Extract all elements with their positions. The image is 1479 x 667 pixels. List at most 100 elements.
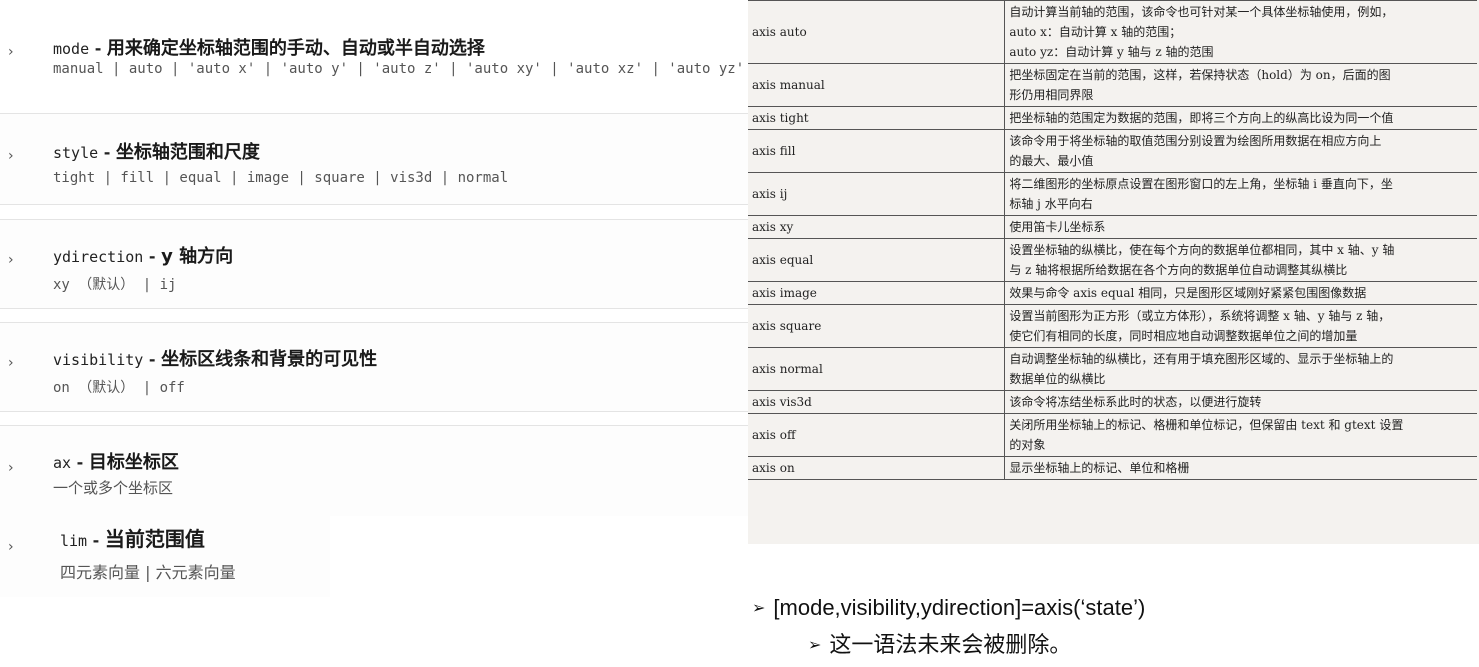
description-cell: 设置坐标轴的纵横比，使在每个方向的数据单位都相同，其中 x 轴、y 轴与 z 轴… xyxy=(1004,238,1477,282)
description-line: 关闭所用坐标轴上的标记、格栅和单位标记，但保留由 text 和 gtext 设置 xyxy=(1009,418,1404,432)
arg-heading: lim - 当前范围值 xyxy=(60,523,205,552)
arg-separator: - xyxy=(143,350,162,369)
description-line: 自动调整坐标轴的纵横比，还有用于填充图形区域的、显示于坐标轴上的 xyxy=(1009,352,1394,366)
description-line: 显示坐标轴上的标记、单位和格栅 xyxy=(1009,461,1190,475)
arg-values: 四元素向量 | 六元素向量 xyxy=(60,563,236,582)
chevron-right-icon[interactable]: › xyxy=(8,45,20,59)
bullet-text: 这一语法未来会被删除。 xyxy=(829,632,1072,657)
arg-style[interactable]: › style - 坐标轴范围和尺度 tight | fill | equal … xyxy=(0,113,750,205)
command-cell: axis on xyxy=(748,456,1006,480)
description-cell: 显示坐标轴上的标记、单位和格栅 xyxy=(1004,456,1477,480)
description-line: 自动计算当前轴的范围，该命令也可针对某一个具体坐标轴使用，例如， xyxy=(1009,5,1394,19)
chevron-right-icon[interactable]: › xyxy=(8,253,20,267)
description-line: 把坐标轴的范围定为数据的范围，即将三个方向上的纵高比设为同一个值 xyxy=(1009,111,1394,125)
description-line: 标轴 j 水平向右 xyxy=(1009,197,1093,211)
command-cell: axis image xyxy=(748,281,1006,305)
description-cell: 效果与命令 axis equal 相同，只是图形区域刚好紧紧包围图像数据 xyxy=(1004,281,1477,305)
description-line: 与 z 轴将根据所给数据在各个方向的数据单位自动调整其纵横比 xyxy=(1009,263,1348,277)
arg-heading: ydirection - y 轴方向 xyxy=(53,242,233,268)
description-line: 效果与命令 axis equal 相同，只是图形区域刚好紧紧包围图像数据 xyxy=(1009,286,1367,300)
table-row: axis ij 将二维图形的坐标原点设置在图形窗口的左上角，坐标轴 i 垂直向下，… xyxy=(748,172,1477,216)
arg-heading: visibility - 坐标区线条和背景的可见性 xyxy=(53,345,377,371)
description-line: 使它们有相同的长度，同时相应地自动调整数据单位之间的增加量 xyxy=(1009,329,1358,343)
arg-visibility[interactable]: › visibility - 坐标区线条和背景的可见性 on （默认） | of… xyxy=(0,322,750,412)
arg-description: 坐标区线条和背景的可见性 xyxy=(161,349,378,370)
arg-name: ax xyxy=(53,454,72,472)
command-cell: axis ij xyxy=(748,172,1006,216)
description-line: 设置坐标轴的纵横比，使在每个方向的数据单位都相同，其中 x 轴、y 轴 xyxy=(1009,243,1395,257)
arg-values: manual | auto | 'auto x' | 'auto y' | 'a… xyxy=(53,61,745,77)
table-row: axis square 设置当前图形为正方形（或立方体形），系统将调整 x 轴、y… xyxy=(748,304,1477,348)
arg-description: y 轴方向 xyxy=(161,246,234,267)
table-row: axis manual 把坐标固定在当前的范围，这样，若保持状态（hold）为 o… xyxy=(748,63,1477,107)
arg-ax[interactable]: › ax - 目标坐标区 一个或多个坐标区 xyxy=(0,425,750,516)
description-cell: 把坐标轴的范围定为数据的范围，即将三个方向上的纵高比设为同一个值 xyxy=(1004,106,1477,130)
table-row: axis tight 把坐标轴的范围定为数据的范围，即将三个方向上的纵高比设为同一… xyxy=(748,106,1477,130)
description-line: 使用笛卡儿坐标系 xyxy=(1009,220,1106,234)
description-cell: 设置当前图形为正方形（或立方体形），系统将调整 x 轴、y 轴与 z 轴， 使它们… xyxy=(1004,304,1477,348)
arg-ydirection[interactable]: › ydirection - y 轴方向 xy （默认） | ij xyxy=(0,219,750,309)
arg-name: style xyxy=(53,144,99,162)
arg-lim[interactable]: › lim - 当前范围值 四元素向量 | 六元素向量 xyxy=(0,515,330,597)
description-cell: 自动计算当前轴的范围，该命令也可针对某一个具体坐标轴使用，例如， auto x：自… xyxy=(1004,0,1477,64)
arg-description: 当前范围值 xyxy=(104,527,205,551)
command-cell: axis auto xyxy=(748,0,1006,64)
arg-heading: mode - 用来确定坐标轴范围的手动、自动或半自动选择 xyxy=(53,34,485,60)
table-row: axis off 关闭所用坐标轴上的标记、格栅和单位标记，但保留由 text 和 … xyxy=(748,413,1477,457)
command-cell: axis manual xyxy=(748,63,1006,107)
arg-separator: - xyxy=(87,531,105,550)
chevron-right-icon[interactable]: › xyxy=(8,356,20,370)
description-line: 形仍用相同界限 xyxy=(1009,88,1094,102)
chevron-right-icon[interactable]: › xyxy=(8,149,20,163)
description-line: 把坐标固定在当前的范围，这样，若保持状态（hold）为 on，后面的图 xyxy=(1009,68,1391,82)
arrow-bullet-icon: ➢ xyxy=(752,600,766,617)
table-row: axis xy 使用笛卡儿坐标系 xyxy=(748,215,1477,239)
command-cell: axis tight xyxy=(748,106,1006,130)
chevron-right-icon[interactable]: › xyxy=(8,540,20,554)
arg-name: mode xyxy=(53,40,90,58)
table-row: axis normal 自动调整坐标轴的纵横比，还有用于填充图形区域的、显示于坐标… xyxy=(748,347,1477,391)
table-row: axis auto 自动计算当前轴的范围，该命令也可针对某一个具体坐标轴使用，例如… xyxy=(748,0,1477,64)
table-row: axis image 效果与命令 axis equal 相同，只是图形区域刚好紧紧… xyxy=(748,281,1477,305)
description-cell: 将二维图形的坐标原点设置在图形窗口的左上角，坐标轴 i 垂直向下，坐 标轴 j 水… xyxy=(1004,172,1477,216)
axis-command-table-image: axis auto 自动计算当前轴的范围，该命令也可针对某一个具体坐标轴使用，例如… xyxy=(748,0,1479,544)
argument-list: › mode - 用来确定坐标轴范围的手动、自动或半自动选择 manual | … xyxy=(0,0,760,667)
arg-mode[interactable]: › mode - 用来确定坐标轴范围的手动、自动或半自动选择 manual | … xyxy=(0,30,750,100)
arg-name: visibility xyxy=(53,351,144,369)
description-cell: 把坐标固定在当前的范围，这样，若保持状态（hold）为 on，后面的图 形仍用相同… xyxy=(1004,63,1477,107)
arg-separator: - xyxy=(89,39,107,58)
arg-separator: - xyxy=(98,143,116,162)
command-cell: axis off xyxy=(748,413,1006,457)
description-line: auto yz：自动计算 y 轴与 z 轴的范围 xyxy=(1009,45,1214,59)
table-row: axis fill 该命令用于将坐标轴的取值范围分别设置为绘图所用数据在相应方向上… xyxy=(748,129,1477,173)
command-cell: axis fill xyxy=(748,129,1006,173)
chevron-right-icon[interactable]: › xyxy=(8,461,20,475)
description-cell: 使用笛卡儿坐标系 xyxy=(1004,215,1477,239)
description-cell: 关闭所用坐标轴上的标记、格栅和单位标记，但保留由 text 和 gtext 设置… xyxy=(1004,413,1477,457)
description-line: 将二维图形的坐标原点设置在图形窗口的左上角，坐标轴 i 垂直向下，坐 xyxy=(1009,177,1393,191)
table-row: axis equal 设置坐标轴的纵横比，使在每个方向的数据单位都相同，其中 x … xyxy=(748,238,1477,282)
description-line: 设置当前图形为正方形（或立方体形），系统将调整 x 轴、y 轴与 z 轴， xyxy=(1009,309,1391,323)
description-cell: 该命令将冻结坐标系此时的状态，以便进行旋转 xyxy=(1004,390,1477,414)
arg-description: 目标坐标区 xyxy=(88,452,179,473)
command-cell: axis xy xyxy=(748,215,1006,239)
arg-heading: style - 坐标轴范围和尺度 xyxy=(53,138,260,164)
arg-separator: - xyxy=(143,247,162,266)
description-cell: 自动调整坐标轴的纵横比，还有用于填充图形区域的、显示于坐标轴上的 数据单位的纵横比 xyxy=(1004,347,1477,391)
arg-values: on （默认） | off xyxy=(53,380,185,396)
description-line: auto x：自动计算 x 轴的范围； xyxy=(1009,25,1182,39)
table-row: axis vis3d 该命令将冻结坐标系此时的状态，以便进行旋转 xyxy=(748,390,1477,414)
arg-name: ydirection xyxy=(53,248,144,266)
arrow-bullet-icon: ➢ xyxy=(808,637,822,654)
arg-values: xy （默认） | ij xyxy=(53,277,177,293)
arg-values: 一个或多个坐标区 xyxy=(53,479,174,497)
command-cell: axis vis3d xyxy=(748,390,1006,414)
arg-values: tight | fill | equal | image | square | … xyxy=(53,170,509,186)
arg-heading: ax - 目标坐标区 xyxy=(53,448,179,474)
arg-description: 坐标轴范围和尺度 xyxy=(115,142,260,163)
description-line: 的对象 xyxy=(1009,438,1046,452)
bullet-syntax: ➢ [mode,visibility,ydirection]=axis(‘stat… xyxy=(752,595,1145,621)
arg-separator: - xyxy=(71,453,89,472)
arg-description: 用来确定坐标轴范围的手动、自动或半自动选择 xyxy=(106,38,485,59)
description-line: 的最大、最小值 xyxy=(1009,154,1094,168)
